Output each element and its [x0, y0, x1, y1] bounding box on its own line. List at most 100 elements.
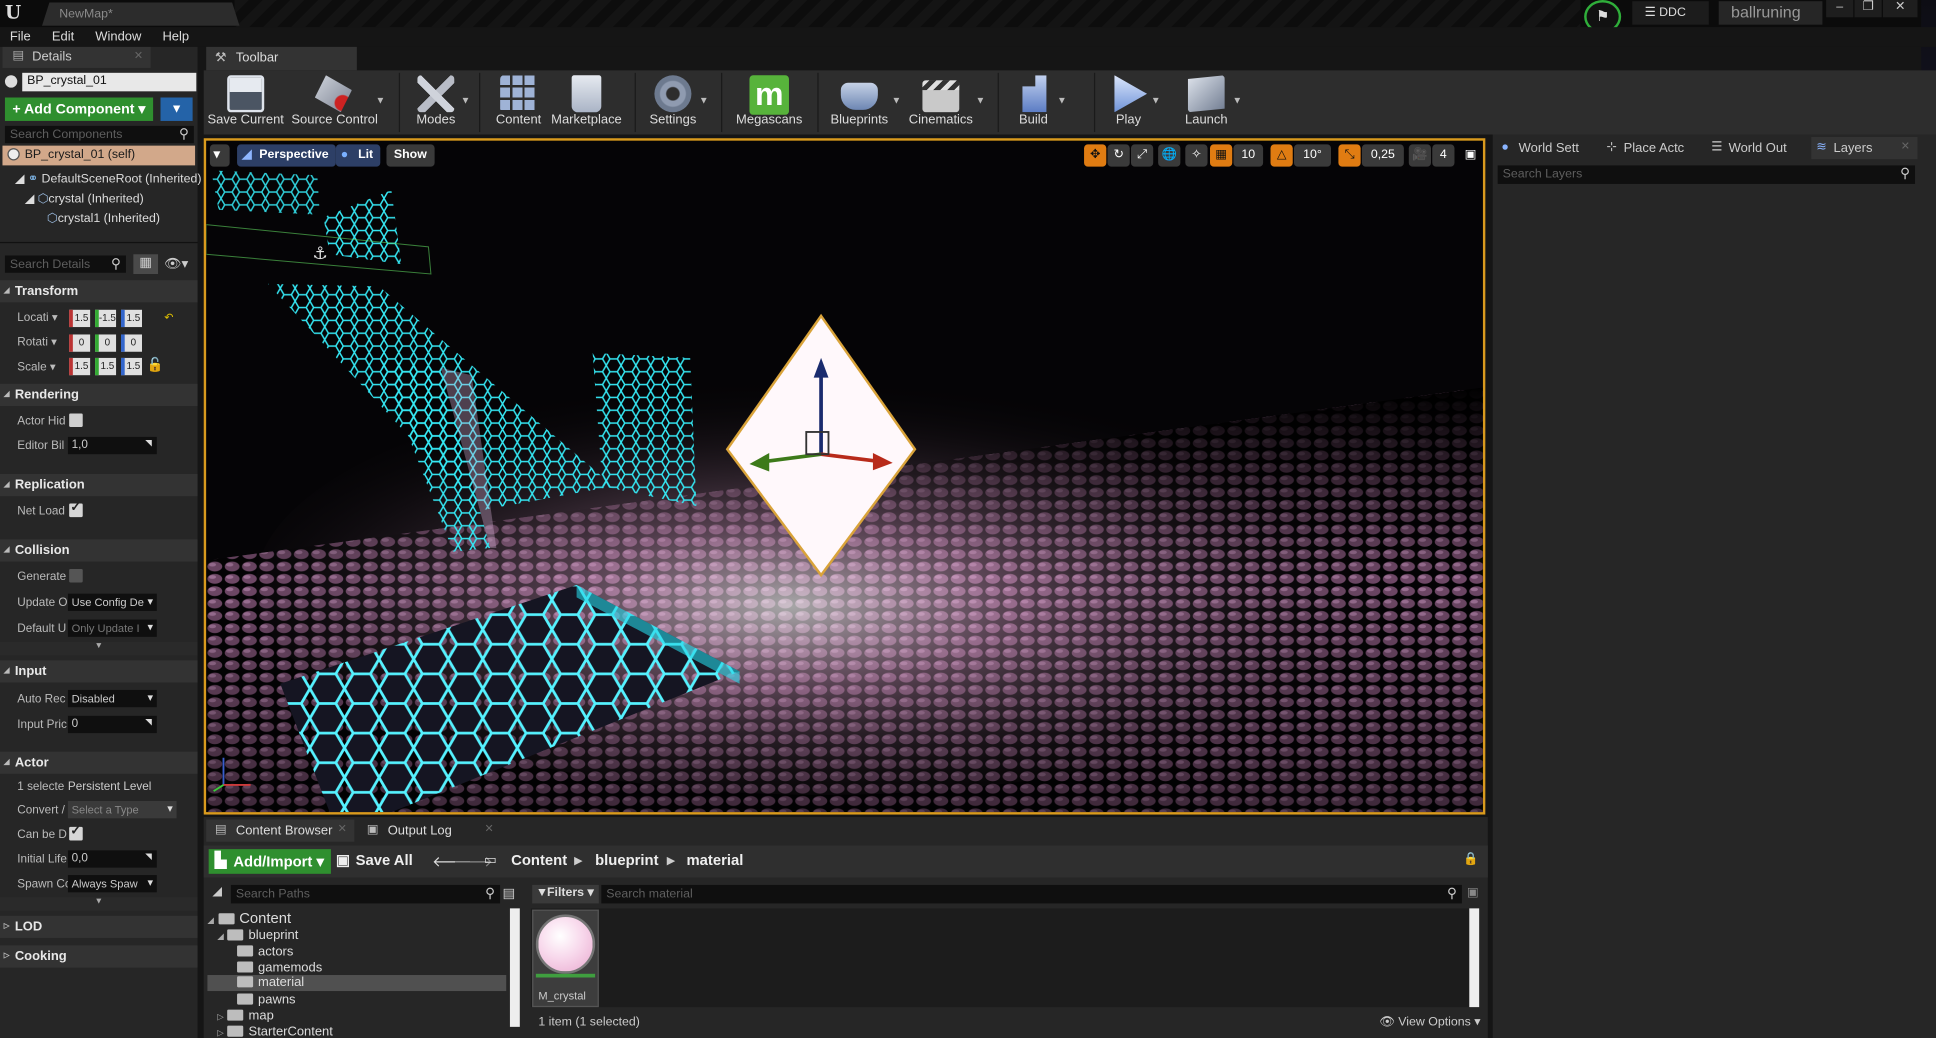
world-space-icon[interactable]: 🌐	[1158, 144, 1181, 167]
blueprint-options-button[interactable]: ▼	[160, 97, 193, 121]
breadcrumb-content[interactable]: Content	[511, 852, 567, 869]
default-update-dropdown[interactable]: Only Update I	[67, 619, 157, 637]
generate-checkbox[interactable]	[69, 568, 83, 583]
megascans-button[interactable]: m Megascans	[733, 70, 805, 132]
spawn-collision-dropdown[interactable]: Always Spaw	[67, 875, 157, 893]
sources-toggle-icon[interactable]: ◢	[212, 885, 222, 899]
auto-receive-dropdown[interactable]: Disabled	[67, 689, 157, 708]
location-label[interactable]: Locati ▾	[17, 311, 57, 325]
search-layers-input[interactable]: Search Layers ⚲	[1497, 165, 1916, 184]
location-y-field[interactable]: -1.5	[95, 309, 117, 328]
lock-icon[interactable]: 🔒	[1463, 853, 1478, 867]
menu-edit[interactable]: Edit	[52, 27, 74, 47]
folder-pawns[interactable]: pawns	[237, 992, 296, 1007]
input-priority-field[interactable]: 0	[67, 715, 157, 734]
menu-help[interactable]: Help	[162, 27, 189, 47]
scale-snap-value[interactable]: 0,25	[1361, 144, 1404, 167]
search-details-input[interactable]: Search Details ⚲	[4, 255, 126, 273]
source-control-button[interactable]: Source Control ▼	[291, 70, 385, 132]
lock-icon[interactable]: 🔓	[147, 357, 164, 373]
tab-layers[interactable]: ≋ Layers ✕	[1811, 136, 1918, 160]
folder-blueprint[interactable]: ◢ blueprint	[217, 928, 298, 943]
scale-label[interactable]: Scale ▾	[17, 360, 55, 374]
menu-file[interactable]: File	[10, 27, 31, 47]
search-paths-input[interactable]: Search Paths ⚲	[230, 884, 501, 904]
show-button[interactable]: Show	[386, 144, 435, 167]
chevron-down-icon[interactable]: ▼	[1232, 95, 1242, 106]
scale-mode-icon[interactable]: ⤢	[1130, 144, 1154, 167]
actor-hidden-checkbox[interactable]	[69, 413, 83, 428]
perspective-button[interactable]: ◢ Perspective	[237, 144, 337, 167]
rotation-snap-icon[interactable]: △	[1270, 144, 1293, 167]
chevron-down-icon[interactable]: ▼	[1057, 95, 1067, 106]
rotation-z-field[interactable]: 0	[121, 334, 142, 352]
component-crystal1[interactable]: ⬡crystal1 (Inherited)	[47, 212, 160, 226]
section-lod[interactable]: LOD	[0, 915, 198, 938]
chevron-down-icon[interactable]: ▼	[1151, 95, 1161, 106]
advanced-expand-icon[interactable]: ▼	[0, 897, 198, 911]
tab-details[interactable]: ▤ Details ✕	[2, 46, 151, 68]
section-input[interactable]: Input	[0, 660, 198, 683]
rotate-mode-icon[interactable]: ↻	[1107, 144, 1130, 167]
map-tab[interactable]: NewMap*	[42, 2, 240, 25]
section-collision[interactable]: Collision	[0, 539, 198, 562]
folder-content[interactable]: ◢ Content	[207, 910, 291, 927]
content-button[interactable]: Content	[491, 70, 545, 132]
section-replication[interactable]: Replication	[0, 473, 198, 497]
rotation-label[interactable]: Rotati ▾	[17, 336, 57, 350]
ddc-status[interactable]: ☰ DDC	[1632, 1, 1709, 25]
chevron-down-icon[interactable]: ▼	[375, 95, 385, 106]
folder-material[interactable]: material	[207, 975, 507, 992]
tab-toolbar[interactable]: ⚒ Toolbar	[206, 46, 357, 71]
search-components-input[interactable]: Search Components ⚲	[4, 125, 194, 144]
launch-button[interactable]: Launch ▼	[1180, 70, 1242, 132]
save-all-button[interactable]: ▣ Save All	[336, 852, 413, 869]
tab-world-outliner[interactable]: ☰ World Out	[1706, 137, 1807, 159]
property-matrix-button[interactable]: ▦	[133, 254, 159, 274]
close-tab-icon[interactable]: ✕	[338, 822, 347, 836]
close-tab-icon[interactable]: ✕	[134, 49, 143, 63]
blueprints-button[interactable]: Blueprints ▼	[827, 70, 901, 132]
settings-button[interactable]: Settings ▼	[647, 70, 709, 132]
tab-place-actors[interactable]: ⊹ Place Actc	[1601, 137, 1702, 159]
grid-snap-icon[interactable]: ▦	[1210, 144, 1233, 167]
camera-speed-value[interactable]: 4	[1432, 144, 1455, 167]
scale-x-field[interactable]: 1.5	[69, 357, 91, 376]
build-button[interactable]: Build ▼	[1010, 70, 1067, 132]
scale-snap-icon[interactable]: ⤡	[1338, 144, 1361, 167]
translate-mode-icon[interactable]: ✥	[1084, 144, 1107, 167]
folder-tree-scrollbar[interactable]	[509, 908, 520, 1027]
convert-dropdown[interactable]: Select a Type	[67, 800, 177, 819]
rotation-snap-value[interactable]: 10°	[1293, 144, 1332, 167]
folder-gamemods[interactable]: gamemods	[237, 960, 322, 975]
location-z-field[interactable]: 1.5	[121, 309, 142, 328]
viewport-options-button[interactable]: ▾	[209, 144, 230, 167]
location-x-field[interactable]: 1.5	[69, 309, 91, 328]
grid-snap-value[interactable]: 10	[1233, 144, 1264, 167]
close-button[interactable]: ✕	[1882, 0, 1918, 18]
component-crystal[interactable]: ◢ ⬡crystal (Inherited)	[25, 193, 144, 207]
close-tab-icon[interactable]: ✕	[1901, 139, 1910, 153]
breadcrumb-separator-icon[interactable]: ▶	[667, 854, 676, 868]
reset-to-default-icon[interactable]: ↶	[164, 311, 173, 325]
folder-map[interactable]: ▷ map	[217, 1008, 273, 1023]
maximize-viewport-icon[interactable]: ▣	[1462, 144, 1479, 166]
breadcrumb-blueprint[interactable]: blueprint	[595, 852, 658, 869]
breadcrumb-separator-icon[interactable]: ▶	[574, 854, 583, 868]
marketplace-button[interactable]: Marketplace	[551, 70, 623, 132]
tab-content-browser[interactable]: ▤ Content Browser ✕	[206, 819, 355, 842]
rotation-x-field[interactable]: 0	[69, 334, 91, 352]
play-button[interactable]: Play ▼	[1106, 70, 1161, 132]
add-component-button[interactable]: + Add Component ▾	[4, 97, 154, 121]
maximize-button[interactable]: ❐	[1854, 0, 1882, 18]
save-search-icon[interactable]: ▣	[1467, 886, 1479, 900]
level-viewport[interactable]: ⚓	[203, 138, 1486, 815]
asset-view-scrollbar[interactable]	[1469, 908, 1480, 1008]
folder-starter-content[interactable]: ▷ StarterContent	[217, 1024, 333, 1038]
cinematics-button[interactable]: Cinematics ▼	[906, 70, 985, 132]
rotation-y-field[interactable]: 0	[95, 334, 117, 352]
path-view-options-icon[interactable]: ▤	[503, 885, 516, 901]
component-default-scene-root[interactable]: ◢ ⚭ DefaultSceneRoot (Inherited)	[15, 173, 202, 187]
update-overlaps-dropdown[interactable]: Use Config De	[67, 593, 157, 611]
minimize-button[interactable]: –	[1826, 0, 1854, 18]
